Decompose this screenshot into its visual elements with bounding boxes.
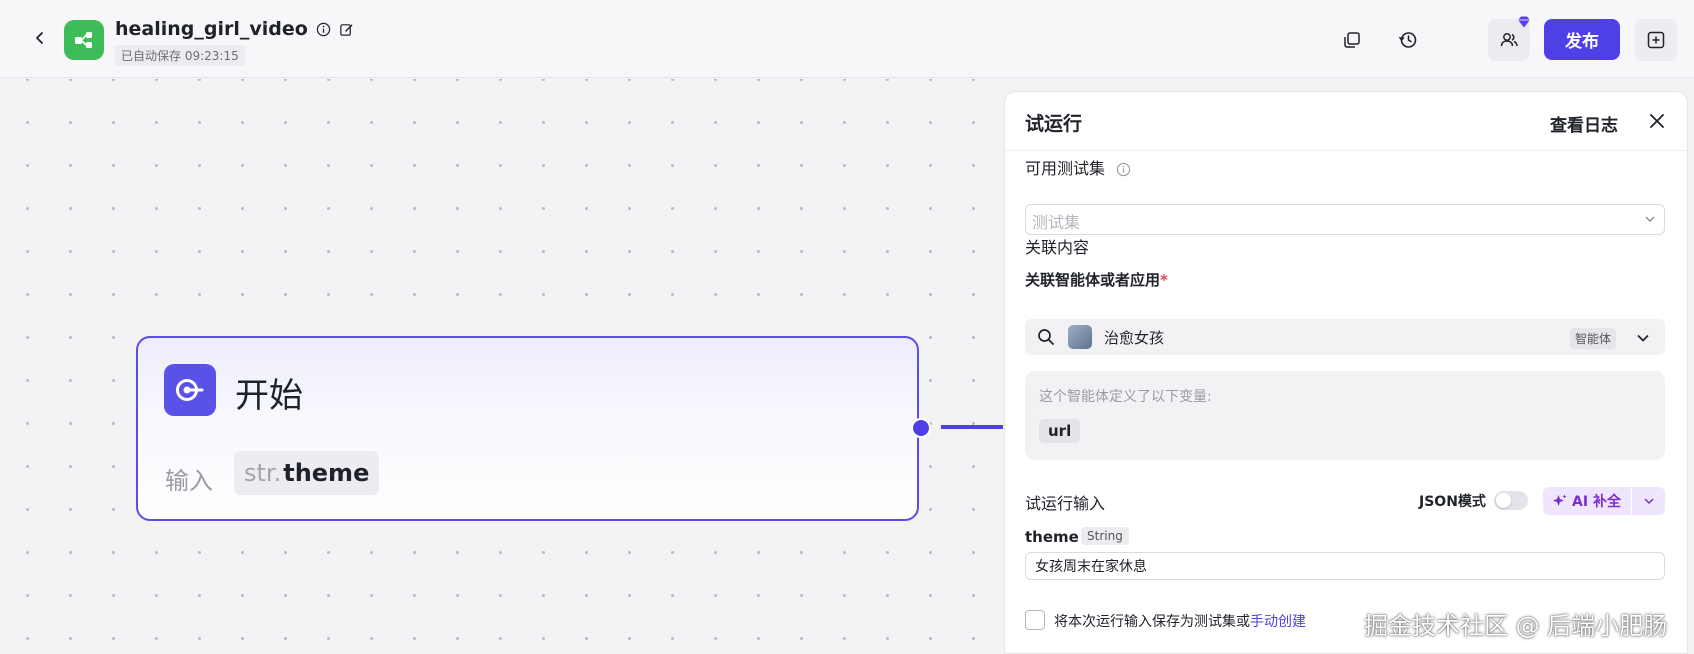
start-node-icon (164, 364, 216, 416)
agent-name: 治愈女孩 (1104, 329, 1165, 347)
diamond-badge-icon (1518, 16, 1530, 28)
info-icon[interactable] (316, 22, 331, 37)
start-node[interactable]: 开始 输入 str. theme (136, 336, 919, 521)
duplicate-button[interactable] (1336, 24, 1368, 56)
theme-input[interactable] (1025, 552, 1665, 580)
add-panel-icon (1647, 31, 1665, 49)
save-testset-checkbox[interactable] (1025, 610, 1045, 630)
back-button[interactable] (26, 24, 54, 52)
workflow-icon (64, 20, 104, 60)
save-testset-label: 将本次运行输入保存为测试集或 (1054, 614, 1250, 630)
testset-info-icon[interactable] (1116, 162, 1131, 177)
testset-placeholder: 测试集 (1032, 213, 1081, 232)
run-input-label: 试运行输入 (1025, 494, 1106, 513)
panel-header: 试运行 查看日志 (1005, 92, 1687, 151)
agent-label: 关联智能体或者应用 (1025, 271, 1161, 289)
ai-fill-dropdown[interactable] (1632, 487, 1665, 515)
test-run-panel: 试运行 查看日志 可用测试集 测试集 关联内容 关联智能体或者应用* 治愈女孩 … (1004, 91, 1688, 654)
workflow-title: healing_girl_video (115, 18, 308, 40)
add-panel-button[interactable] (1635, 19, 1677, 61)
variable-name: theme (283, 459, 370, 487)
chevron-down-icon (1645, 216, 1655, 222)
close-button[interactable] (1644, 108, 1670, 134)
json-mode-toggle[interactable] (1494, 491, 1528, 510)
history-icon (1398, 32, 1417, 48)
view-log-button[interactable]: 查看日志 (1550, 111, 1618, 136)
node-output-port[interactable] (911, 418, 931, 438)
agent-select[interactable]: 治愈女孩 智能体 (1025, 319, 1665, 355)
param-name: theme (1025, 528, 1079, 546)
param-type-badge: String (1081, 527, 1129, 545)
top-bar: healing_girl_video 已自动保存 09:23:15 发布 (0, 0, 1694, 78)
collaborators-icon (1500, 33, 1518, 47)
ai-fill-label: AI 补全 (1572, 494, 1621, 510)
edit-icon[interactable] (339, 22, 354, 37)
panel-title: 试运行 (1025, 113, 1083, 135)
back-arrow-icon (36, 32, 43, 44)
chevron-down-icon (1637, 334, 1649, 342)
publish-button[interactable]: 发布 (1544, 19, 1620, 60)
ai-fill-button[interactable]: AI 补全 (1543, 487, 1631, 515)
chevron-down-icon (1643, 498, 1654, 505)
testset-label-row: 可用测试集 (1025, 155, 1131, 179)
required-mark: * (1160, 271, 1168, 289)
sparkle-icon (1553, 494, 1567, 506)
title-block: healing_girl_video 已自动保存 09:23:15 (115, 18, 354, 66)
autosave-badge: 已自动保存 09:23:15 (115, 45, 245, 66)
agent-label-row: 关联智能体或者应用* (1025, 269, 1168, 290)
agent-variables-box: 这个智能体定义了以下变量: url (1025, 371, 1665, 460)
search-icon (1038, 329, 1054, 345)
agent-avatar (1068, 325, 1092, 349)
node-edge (941, 425, 1003, 429)
related-label: 关联内容 (1025, 238, 1090, 257)
agent-type-tag: 智能体 (1570, 328, 1617, 349)
variables-description: 这个智能体定义了以下变量: (1039, 389, 1212, 405)
save-testset-text: 将本次运行输入保存为测试集或手动创建 (1054, 611, 1306, 631)
testset-label: 可用测试集 (1025, 159, 1106, 178)
watermark-text: 掘金技术社区 @ 后端小肥肠 (1364, 612, 1668, 640)
json-mode-label: JSON模式 (1419, 494, 1486, 510)
workflow-canvas[interactable]: 开始 输入 str. theme (0, 79, 1003, 654)
variable-chip-url: url (1039, 419, 1081, 443)
toggle-knob (1496, 493, 1511, 508)
close-icon (1650, 114, 1664, 128)
history-button[interactable] (1392, 24, 1424, 56)
variable-type: str. (244, 459, 282, 487)
manual-create-link[interactable]: 手动创建 (1250, 614, 1306, 630)
node-variable-chip: str. theme (234, 451, 380, 495)
node-input-label: 输入 (165, 467, 213, 495)
node-title: 开始 (235, 376, 303, 416)
duplicate-icon (1344, 32, 1360, 48)
testset-select[interactable]: 测试集 (1025, 204, 1665, 235)
